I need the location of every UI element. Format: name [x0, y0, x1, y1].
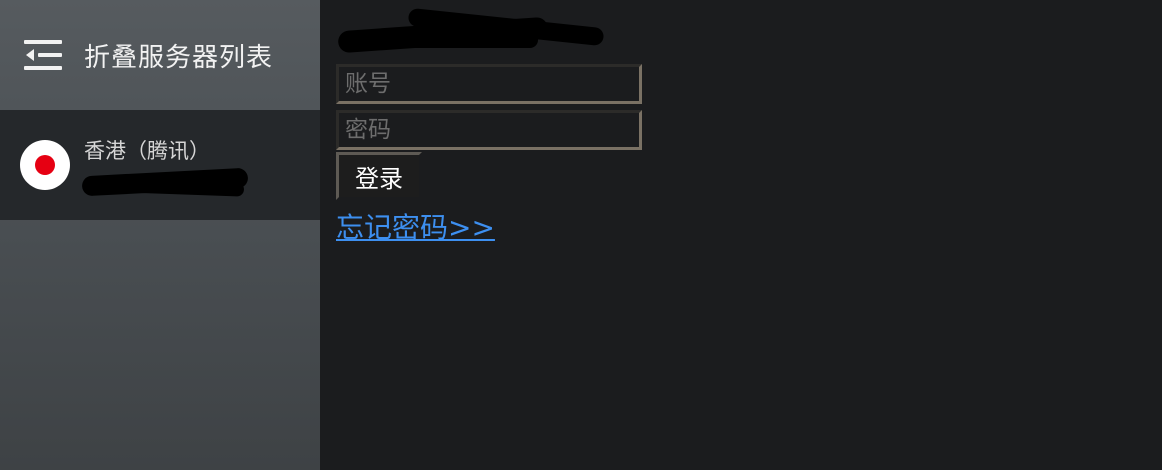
collapse-server-list-toggle[interactable]: 折叠服务器列表	[0, 0, 320, 110]
username-input[interactable]	[336, 64, 642, 104]
japan-flag-icon	[20, 140, 70, 190]
password-input[interactable]	[336, 110, 642, 150]
server-sidebar: 折叠服务器列表 香港（腾讯）	[0, 0, 320, 470]
login-panel: 登录 忘记密码>>	[320, 0, 1162, 470]
collapse-list-icon[interactable]	[24, 38, 62, 72]
login-button[interactable]: 登录	[336, 152, 422, 200]
form-title-redacted	[337, 7, 608, 54]
flag-red-circle	[35, 155, 55, 175]
forgot-password-link[interactable]: 忘记密码>>	[336, 206, 495, 246]
server-item-hongkong[interactable]: 香港（腾讯）	[0, 110, 320, 220]
app-window: 折叠服务器列表 香港（腾讯） 登录 忘记密码>>	[0, 0, 1162, 470]
sidebar-title: 折叠服务器列表	[84, 42, 274, 73]
server-info: 香港（腾讯）	[81, 138, 249, 197]
server-address-redacted	[81, 167, 249, 197]
server-name: 香港（腾讯）	[84, 139, 210, 163]
